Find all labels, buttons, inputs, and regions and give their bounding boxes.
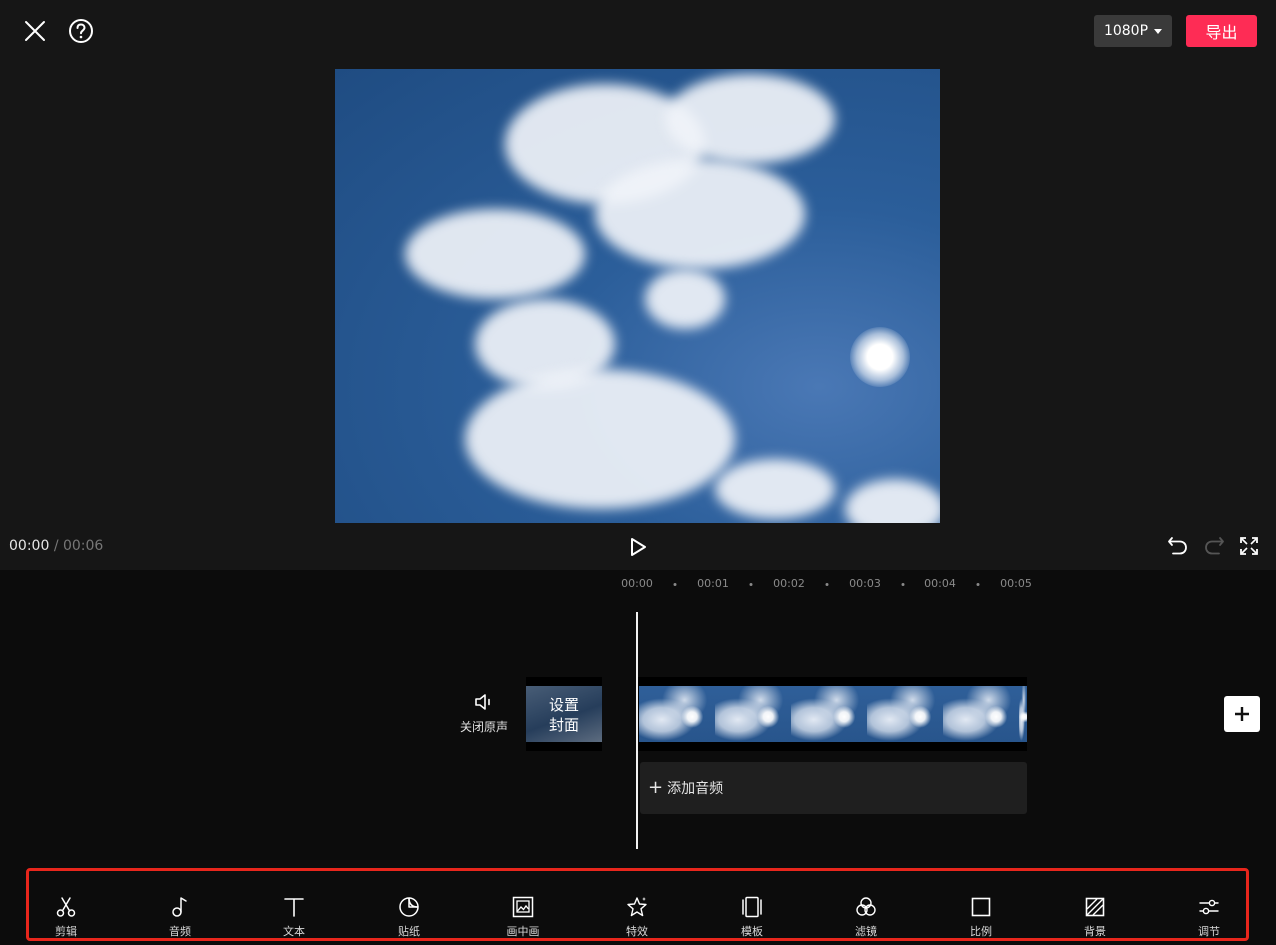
set-cover-button[interactable]: 设置 封面 bbox=[526, 677, 602, 751]
video-preview bbox=[335, 69, 940, 523]
text-icon bbox=[284, 898, 304, 917]
clip-frame-thumbnail bbox=[791, 686, 867, 742]
help-button[interactable] bbox=[66, 16, 96, 46]
tool-effects[interactable]: 特效 bbox=[602, 895, 672, 945]
tool-text[interactable]: 文本 bbox=[259, 895, 329, 945]
ruler-tick-dot bbox=[673, 583, 677, 586]
ruler-tick-label: 00:02 bbox=[773, 577, 805, 590]
tool-adjust[interactable]: 调节 bbox=[1174, 895, 1244, 945]
cover-label-line2: 封面 bbox=[548, 716, 579, 734]
clip-frame-thumbnail bbox=[943, 686, 1019, 742]
ruler-tick-label: 00:05 bbox=[1000, 577, 1032, 590]
ruler-tick-label: 00:03 bbox=[849, 577, 881, 590]
tool-label: 特效 bbox=[626, 925, 648, 938]
resolution-select[interactable]: 1080P bbox=[1094, 15, 1172, 47]
time-separator: / bbox=[53, 538, 59, 554]
preview-area: 1080P 导出 00:00 / 00:06 bbox=[0, 0, 1276, 570]
tool-picture-in-picture[interactable]: 画中画 bbox=[488, 895, 558, 945]
video-editor: 1080P 导出 00:00 / 00:06 00:00 00:01 00:02… bbox=[0, 0, 1276, 945]
add-audio-label: 添加音频 bbox=[667, 781, 724, 797]
effects-star-icon bbox=[627, 897, 647, 917]
tool-sticker[interactable]: 贴纸 bbox=[374, 895, 444, 945]
background-icon bbox=[1085, 897, 1105, 917]
ruler-tick-dot bbox=[749, 583, 753, 586]
time-display: 00:00 / 00:06 bbox=[9, 538, 103, 554]
speaker-icon bbox=[475, 694, 490, 710]
clip-frame-thumbnail bbox=[867, 686, 943, 742]
tool-label: 贴纸 bbox=[398, 925, 420, 938]
preview-cloud bbox=[405, 209, 585, 299]
preview-cloud bbox=[715, 459, 835, 519]
fullscreen-icon bbox=[1240, 537, 1258, 555]
sticker-icon bbox=[399, 897, 419, 917]
resolution-value: 1080P bbox=[1103, 23, 1149, 39]
caret-down-icon bbox=[1154, 28, 1163, 34]
current-time: 00:00 bbox=[9, 538, 50, 554]
tool-audio[interactable]: 音频 bbox=[145, 895, 215, 945]
add-clip-button[interactable] bbox=[1224, 696, 1260, 732]
export-button[interactable]: 导出 bbox=[1186, 15, 1257, 47]
ruler-tick-label: 00:01 bbox=[697, 577, 729, 590]
playhead[interactable] bbox=[636, 612, 638, 849]
clip-frame-thumbnail bbox=[1019, 686, 1027, 742]
ruler-tick-label: 00:00 bbox=[621, 577, 653, 590]
timeline-ruler[interactable]: 00:00 00:01 00:02 00:03 00:04 00:05 bbox=[0, 577, 1276, 593]
help-icon bbox=[69, 19, 93, 43]
redo-icon bbox=[1205, 537, 1224, 555]
tool-template[interactable]: 模板 bbox=[717, 895, 787, 945]
cover-label-line1: 设置 bbox=[548, 696, 579, 714]
ruler-tick-dot bbox=[901, 583, 905, 586]
play-icon bbox=[631, 538, 646, 556]
preview-cloud bbox=[665, 74, 835, 164]
tool-label: 音频 bbox=[169, 925, 191, 938]
tool-label: 剪辑 bbox=[55, 925, 77, 938]
tool-label: 滤镜 bbox=[855, 925, 877, 938]
preview-sun bbox=[850, 327, 910, 387]
fullscreen-button[interactable] bbox=[1237, 534, 1261, 558]
tool-ratio[interactable]: 比例 bbox=[946, 895, 1016, 945]
tool-label: 模板 bbox=[741, 925, 763, 938]
template-icon bbox=[742, 896, 762, 918]
tool-label: 背景 bbox=[1084, 925, 1106, 938]
preview-cloud bbox=[845, 479, 940, 523]
redo-button[interactable] bbox=[1202, 534, 1226, 558]
mute-label: 关闭原声 bbox=[459, 720, 508, 734]
total-time: 00:06 bbox=[62, 538, 104, 554]
tool-label: 画中画 bbox=[506, 925, 540, 938]
tool-background[interactable]: 背景 bbox=[1060, 895, 1130, 945]
adjust-icon bbox=[1199, 899, 1219, 915]
ruler-tick-dot bbox=[976, 583, 980, 586]
plus-icon bbox=[1235, 707, 1249, 721]
tool-label: 文本 bbox=[283, 925, 305, 938]
tool-label: 调节 bbox=[1198, 925, 1220, 938]
preview-cloud bbox=[595, 159, 805, 269]
preview-cloud bbox=[465, 369, 735, 509]
close-button[interactable] bbox=[20, 16, 50, 46]
play-button[interactable] bbox=[624, 534, 652, 560]
add-audio-plus-icon: + bbox=[648, 777, 664, 798]
tool-edit[interactable]: 剪辑 bbox=[31, 895, 101, 945]
close-icon bbox=[25, 21, 45, 41]
clip-frame-thumbnail bbox=[639, 686, 715, 742]
music-note-icon bbox=[172, 897, 187, 917]
clip-frame-thumbnail bbox=[715, 686, 791, 742]
undo-icon bbox=[1168, 537, 1187, 555]
scissors-icon bbox=[56, 897, 76, 917]
add-audio-button[interactable]: + 添加音频 bbox=[640, 762, 1027, 814]
ruler-tick-label: 00:04 bbox=[924, 577, 956, 590]
ratio-icon bbox=[971, 897, 991, 917]
tool-filter[interactable]: 滤镜 bbox=[831, 895, 901, 945]
preview-cloud bbox=[645, 269, 725, 329]
cover-label: 设置 封面 bbox=[526, 695, 602, 735]
bottom-toolbar: 剪辑 音频 文本 贴纸 画中画 特效 模板 滤镜 比例 背景 调节 bbox=[26, 868, 1249, 941]
filter-icon bbox=[856, 897, 876, 916]
video-clip-track[interactable] bbox=[638, 677, 1027, 751]
tool-label: 比例 bbox=[970, 925, 992, 938]
mute-original-audio-button[interactable]: 关闭原声 bbox=[452, 692, 516, 740]
picture-in-picture-icon bbox=[512, 896, 534, 918]
undo-button[interactable] bbox=[1166, 534, 1190, 558]
ruler-tick-dot bbox=[825, 583, 829, 586]
